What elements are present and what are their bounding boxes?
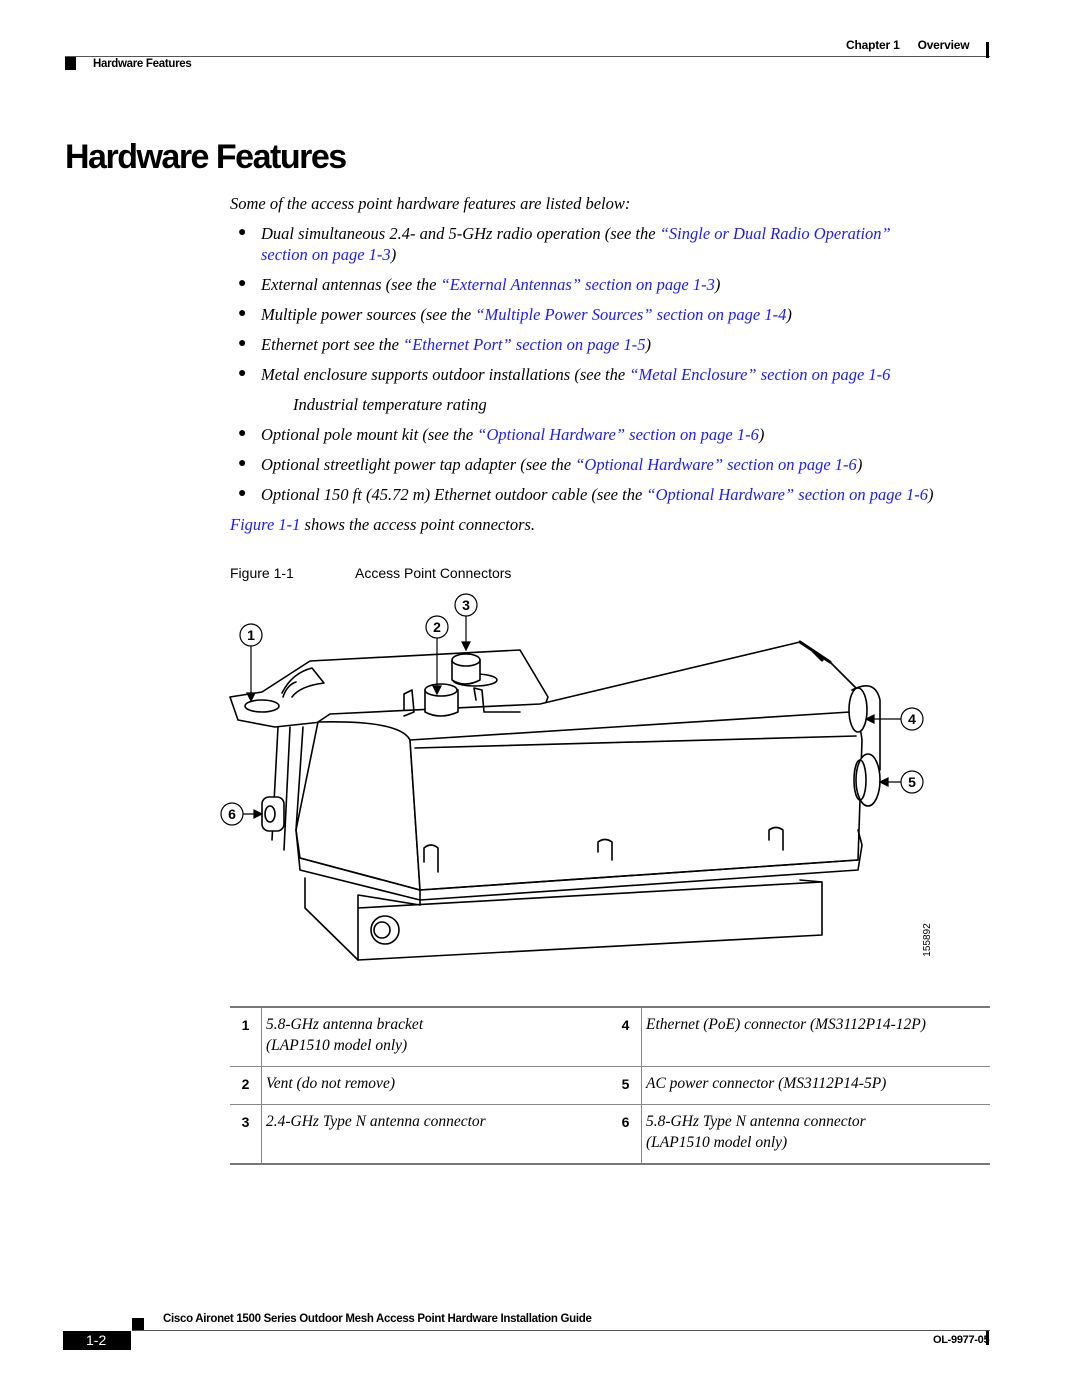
link-optional-hardware[interactable]: “Optional Hardware” section on page 1-6 (477, 425, 759, 444)
callout-label: 5 (908, 774, 916, 790)
bullet-icon: ● (238, 456, 247, 471)
chapter-title: Overview (917, 38, 970, 52)
link-ethernet-port[interactable]: “Ethernet Port” section on page 1-5 (403, 335, 645, 354)
link-single-dual-radio-page[interactable]: section on page 1-3 (261, 245, 391, 264)
link-metal-enclosure[interactable]: “Metal Enclosure” section on page 1-6 (629, 365, 890, 384)
bullet-icon: ● (238, 225, 247, 240)
callout-label: 2 (433, 619, 441, 635)
list-item: External antennas (see the “External Ant… (261, 275, 721, 294)
enclosure-front (295, 721, 421, 891)
legend-description: 2.4-GHz Type N antenna connector (261, 1104, 610, 1164)
connector-legend-table: 1 5.8-GHz antenna bracket (LAP1510 model … (230, 1006, 990, 1165)
connector-5 (855, 753, 881, 807)
document-number: OL-9977-05 (933, 1334, 990, 1346)
art-id: 155892 (922, 923, 933, 957)
table-row: 3 2.4-GHz Type N antenna connector 6 5.8… (230, 1104, 990, 1164)
callout-6: 6 (220, 802, 264, 826)
callout-1: 1 (239, 623, 263, 703)
page-number: 1-2 (63, 1331, 131, 1350)
access-point-illustration: 1 2 3 4 5 6 155892 (220, 593, 933, 961)
table-row: 1 5.8-GHz antenna bracket (LAP1510 model … (230, 1007, 990, 1067)
legend-description: 5.8-GHz antenna bracket (LAP1510 model on… (261, 1007, 610, 1067)
link-single-dual-radio[interactable]: “Single or Dual Radio Operation” (660, 224, 891, 243)
legend-number: 4 (621, 1017, 630, 1033)
list-item: Optional streetlight power tap adapter (… (261, 455, 863, 474)
callout-5: 5 (878, 770, 924, 794)
figure-reference: Figure 1-1 shows the access point connec… (230, 515, 536, 534)
industrial-note: Industrial temperature rating (293, 395, 487, 414)
bullet-icon: ● (238, 306, 247, 321)
page-title: Hardware Features (65, 138, 347, 176)
intro-text: Some of the access point hardware featur… (230, 194, 631, 213)
list-item: Optional 150 ft (45.72 m) Ethernet outdo… (261, 485, 934, 504)
header-marker-bar (986, 42, 989, 58)
link-optional-hardware[interactable]: “Optional Hardware” section on page 1-6 (646, 485, 928, 504)
figure-title: Access Point Connectors (355, 565, 512, 581)
legend-description: Vent (do not remove) (261, 1066, 610, 1105)
bullet-icon: ● (238, 426, 247, 441)
legend-number: 5 (621, 1076, 630, 1092)
list-item: Multiple power sources (see the “Multipl… (261, 305, 792, 324)
legend-number: 6 (621, 1114, 630, 1130)
bullet-icon: ● (238, 336, 247, 351)
list-item-continuation: section on page 1-3) (261, 245, 397, 264)
header-marker-box (65, 57, 76, 70)
figure-caption: Figure 1-1 Access Point Connectors (230, 565, 511, 581)
list-item: Dual simultaneous 2.4- and 5-GHz radio o… (261, 224, 891, 243)
enclosure-side (409, 711, 863, 891)
header-section: Hardware Features (93, 58, 192, 70)
legend-description: 5.8-GHz Type N antenna connector (LAP1510… (641, 1104, 990, 1164)
figure-number: Figure 1-1 (230, 565, 294, 581)
legend-number: 2 (241, 1076, 250, 1092)
header-rule (65, 56, 990, 57)
legend-number: 1 (241, 1017, 250, 1033)
connector-4 (848, 687, 868, 733)
legend-number: 3 (241, 1114, 250, 1130)
footer-marker-bar (986, 1331, 989, 1345)
bullet-icon: ● (238, 276, 247, 291)
link-external-antennas[interactable]: “External Antennas” section on page 1-3 (441, 275, 715, 294)
list-item: Metal enclosure supports outdoor install… (261, 365, 891, 384)
link-optional-hardware[interactable]: “Optional Hardware” section on page 1-6 (575, 455, 857, 474)
list-item: Optional pole mount kit (see the “Option… (261, 425, 765, 444)
chapter-label: Chapter 1 (846, 38, 900, 52)
callout-label: 4 (908, 711, 916, 727)
legend-description: AC power connector (MS3112P14-5P) (641, 1066, 990, 1105)
base-bolt (370, 915, 400, 945)
link-figure-1-1[interactable]: Figure 1-1 (230, 515, 300, 534)
table-row: 2 Vent (do not remove) 5 AC power connec… (230, 1066, 990, 1105)
footer-rule (132, 1330, 990, 1331)
header-chapter: Chapter 1 Overview (846, 38, 970, 52)
callout-label: 3 (462, 597, 470, 613)
bullet-icon: ● (238, 486, 247, 501)
callout-label: 1 (247, 627, 255, 643)
link-multiple-power-sources[interactable]: “Multiple Power Sources” section on page… (475, 305, 786, 324)
bullet-icon: ● (238, 366, 247, 381)
footer-guide-title: Cisco Aironet 1500 Series Outdoor Mesh A… (163, 1313, 592, 1325)
legend-description: Ethernet (PoE) connector (MS3112P14-12P) (641, 1007, 990, 1067)
callout-4: 4 (864, 707, 924, 731)
callout-label: 6 (228, 806, 236, 822)
callout-3: 3 (454, 593, 478, 652)
list-item: Ethernet port see the “Ethernet Port” se… (261, 335, 651, 354)
